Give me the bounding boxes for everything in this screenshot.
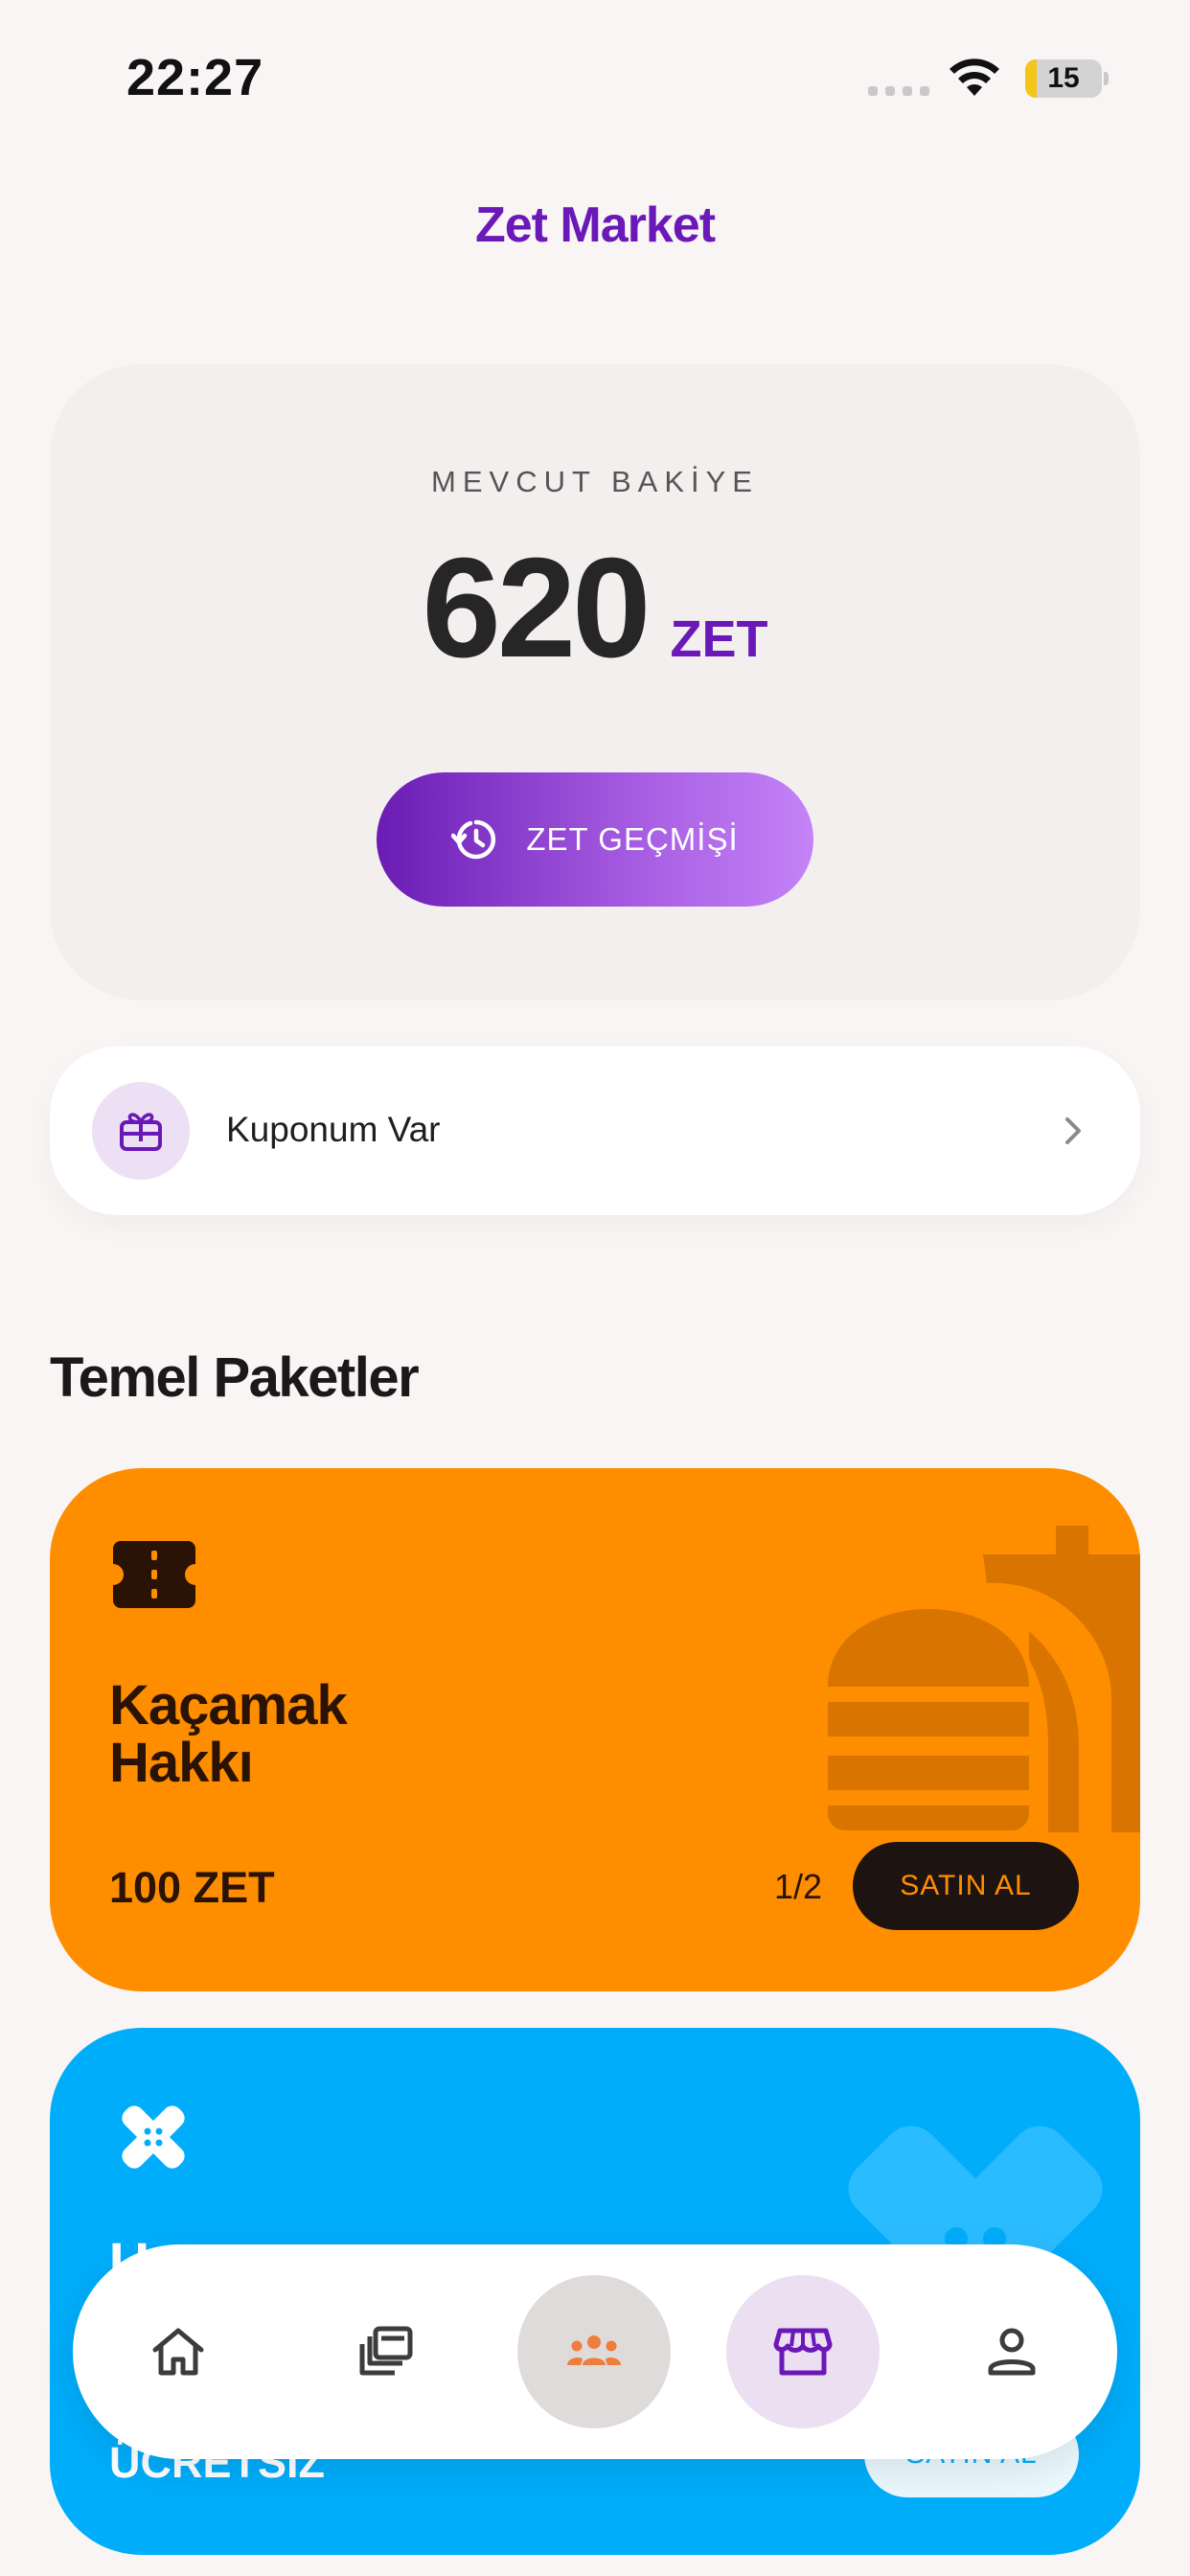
chevron-right-icon — [1065, 1117, 1081, 1144]
profile-icon — [988, 2328, 1036, 2376]
community-icon — [567, 2335, 621, 2365]
history-icon — [451, 819, 496, 860]
package-title-line2: Hakkı — [109, 1732, 254, 1794]
status-time: 22:27 — [126, 49, 264, 106]
zet-history-button[interactable]: ZET GEÇMİŞİ — [377, 772, 813, 907]
balance-amount: 620 ZET — [50, 527, 1140, 690]
home-icon — [152, 2328, 204, 2376]
balance-label: MEVCUT BAKİYE — [431, 465, 759, 498]
nav-community[interactable] — [517, 2275, 671, 2428]
balance-card: MEVCUT BAKİYE 620 ZET ZET GEÇMİŞİ — [50, 364, 1140, 1000]
nav-cards[interactable] — [309, 2275, 462, 2428]
nav-store[interactable] — [726, 2275, 880, 2428]
gift-card-icon — [120, 1113, 162, 1151]
package-title: Kaçamak Hakkı — [109, 1674, 348, 1794]
bandage-icon — [122, 2105, 185, 2169]
nav-profile[interactable] — [935, 2275, 1088, 2428]
bottom-navigation — [73, 2244, 1117, 2459]
store-icon — [773, 2328, 833, 2376]
page-title: Zet Market — [474, 197, 716, 253]
battery-level-text: 15 — [1047, 62, 1080, 94]
zet-history-label: ZET GEÇMİŞİ — [526, 821, 739, 857]
balance-unit: ZET — [670, 610, 768, 668]
ticket-icon — [113, 1541, 195, 1608]
balance-value: 620 — [422, 529, 652, 687]
cellular-signal-icon — [868, 86, 929, 96]
section-title: Temel Paketler — [50, 1346, 420, 1409]
package-quota: 1/2 — [774, 1867, 823, 1906]
wifi-icon — [950, 58, 999, 96]
burger-drink-icon — [828, 1526, 1140, 1832]
coupon-icon-badge — [92, 1082, 190, 1180]
coupon-label: Kuponum Var — [226, 1110, 441, 1149]
coupon-row[interactable]: Kuponum Var — [50, 1046, 1140, 1215]
package-price: 100 ZET — [109, 1863, 275, 1912]
battery-indicator: 15 — [1025, 59, 1110, 98]
package-card-kacamak[interactable]: Kaçamak Hakkı 100 ZET 1/2 SATIN AL — [50, 1468, 1140, 1991]
package-title-line1: Kaçamak — [109, 1674, 348, 1736]
cards-icon — [359, 2326, 413, 2376]
nav-home[interactable] — [102, 2275, 255, 2428]
buy-button[interactable]: SATIN AL — [853, 1842, 1079, 1930]
